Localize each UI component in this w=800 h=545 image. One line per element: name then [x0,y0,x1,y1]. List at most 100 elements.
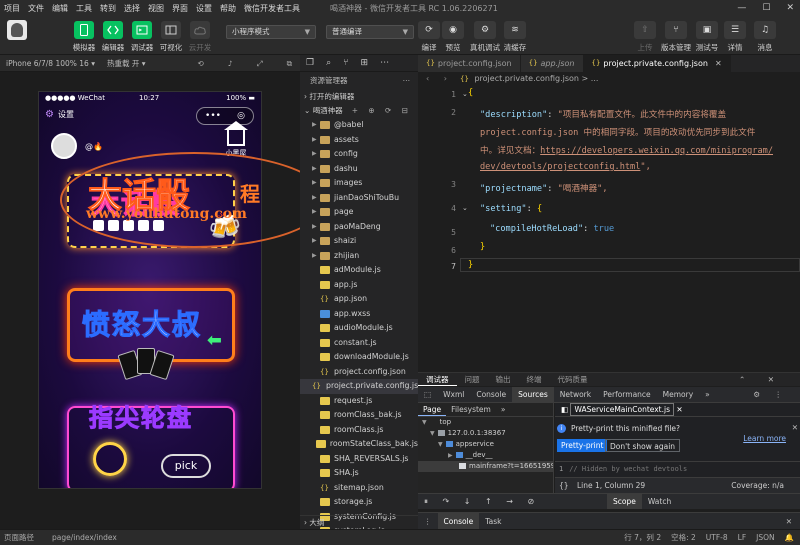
expand-icon[interactable]: ⤢ [257,55,263,72]
phone-screen[interactable]: ●●●●● WeChat 10:27 100% ▬ ⚙ 设置 ••• ◎ @🔥 … [38,91,262,489]
learn-more-link[interactable]: Learn more [743,434,786,443]
dont-show-again-button[interactable]: Don't show again [605,439,681,452]
volume-icon[interactable]: ♪ [228,55,233,72]
subtab-page[interactable]: Page [418,403,447,416]
bell-icon[interactable]: 🔔 [785,530,794,545]
settings-button[interactable]: ⚙ 设置 [45,109,74,120]
indent-spaces[interactable]: 空格: 2 [671,530,696,545]
sources-tree-row[interactable]: ▶ __dev__ [418,450,553,461]
menu-select[interactable]: 选择 [120,0,144,17]
tree-file[interactable]: SHA.js [300,466,418,481]
hot-reload-toggle[interactable]: 热重载 开 ▾ [107,58,146,69]
messages-button[interactable]: ♫ 消息 [748,21,782,53]
maximize-button[interactable]: ☐ [762,0,770,17]
subtab-filesystem[interactable]: Filesystem [446,403,496,416]
nav-arrows[interactable]: ‹ › [426,72,453,86]
outline-section[interactable]: › 大纲 [300,515,418,529]
pretty-print-button[interactable]: Pretty-print [557,439,608,452]
close-icon[interactable]: ✕ [786,517,792,526]
inspect-icon[interactable]: ⬚ [418,387,437,403]
device-select[interactable]: iPhone 6/7/8 100% 16 ▾ [6,59,95,68]
debug-controls[interactable]: ⏸ ↷ ↓ ↑ → ⊘ ⏺ [418,493,555,522]
menu-goto[interactable]: 转到 [96,0,120,17]
menu-settings[interactable]: 设置 [192,0,216,17]
tab-watch[interactable]: Watch [642,494,677,509]
close-icon[interactable]: ✕ [715,55,722,72]
tree-file[interactable]: adModule.js [300,263,418,278]
more-dots-icon[interactable]: ••• [205,111,221,121]
sources-tree-row[interactable]: ▼ top [418,417,553,428]
tree-file[interactable]: roomClass.js [300,423,418,438]
close-circle-icon[interactable]: ◎ [237,111,245,121]
close-window-button[interactable]: ✕ [786,0,794,17]
source-control-icon[interactable]: ⑂ [343,58,348,68]
menu-tools[interactable]: 工具 [72,0,96,17]
close-icon[interactable]: ✕ [676,405,682,414]
subtab-more[interactable]: » [496,403,511,416]
tab-problems[interactable]: 问题 [457,374,488,385]
curly-braces-icon[interactable]: {} [559,478,569,494]
open-editors-section[interactable]: › 打开的编辑器 [300,90,418,104]
files-icon[interactable]: ❐ [306,58,314,68]
fold-chevron-icon[interactable]: ⌄ [462,90,468,98]
page-path-label[interactable]: 页面路径 [4,530,34,545]
remote-debug-button[interactable]: ⚙ 真机调试 [468,21,502,53]
user-avatar[interactable] [7,20,27,40]
devtab-sources[interactable]: Sources [512,386,554,403]
panel-controls[interactable]: ⌃ ✕ [731,375,792,384]
editor-tab[interactable]: {} project.private.config.json ✕ [583,55,731,72]
docs-link[interactable]: https://developers.weixin.qq.com/minipro… [540,146,773,156]
extensions-icon[interactable]: ⊞ [361,58,369,68]
tree-folder[interactable]: ▶ zhijian [300,249,418,264]
tree-folder[interactable]: ▶ paoMaDeng [300,220,418,235]
tree-file[interactable]: audioModule.js [300,321,418,336]
upload-button[interactable]: ⇧ 上传 [628,21,662,53]
tree-file[interactable]: roomStateClass_bak.js [300,437,418,452]
tree-file[interactable]: {} project.config.json [300,365,418,380]
minimize-button[interactable]: — [737,0,746,17]
code-editor[interactable]: 1 2 3 4 5 6 7 ⌄ ⌄ { "description": "项目私有… [418,86,800,366]
docs-link-tail[interactable]: dev/devtools/projectconfig.html [480,162,640,172]
menu-devtools[interactable]: 微信开发者工具 [240,0,304,17]
editor-tab[interactable]: {} project.config.json [418,55,521,72]
details-button[interactable]: ☰ 详情 [718,21,752,53]
line-ending[interactable]: LF [738,530,747,545]
tree-file[interactable]: {} app.json [300,292,418,307]
cloud-button[interactable]: 云开发 [182,21,218,53]
search-icon[interactable]: ⌕ [326,58,331,68]
sources-tree-row[interactable]: ▼ 127.0.0.1:38367 [418,428,553,439]
devtab-more[interactable]: » [699,387,716,403]
file-encoding[interactable]: UTF-8 [706,530,728,545]
more-icon[interactable]: ⋯ [380,58,389,68]
editor-tab[interactable]: {} app.json [520,55,584,72]
more-vertical-icon[interactable]: ⋮ [418,517,438,526]
explorer-actions[interactable]: + ⊕ ⟳ ⊟ [352,104,412,118]
page-path[interactable]: page/index/index [52,530,117,545]
tree-file[interactable]: SHA_REVERSALS.js [300,452,418,467]
more-icon[interactable]: ⋯ [403,72,411,90]
menu-file[interactable]: 文件 [24,0,48,17]
popout-icon[interactable]: ⧉ [287,55,292,72]
drawer-tab-task[interactable]: Task [479,513,507,530]
devtab-network[interactable]: Network [554,387,597,403]
tab-scope[interactable]: Scope [607,494,642,509]
tree-folder[interactable]: ▶ assets [300,133,418,148]
tree-file[interactable]: app.js [300,278,418,293]
avatar[interactable] [51,133,77,159]
preview-button[interactable]: ◉ 预览 [436,21,470,53]
menu-interface[interactable]: 界面 [168,0,192,17]
project-section[interactable]: ⌄ 喝酒神器 + ⊕ ⟳ ⊟ [300,104,418,118]
sources-tree-row[interactable]: mainframe?t=16651959S0 [418,461,553,472]
drawer-tab-console[interactable]: Console [437,512,480,530]
tree-file[interactable]: downloadModule.js [300,350,418,365]
version-button[interactable]: ⑂ 版本管理 [659,21,693,53]
tree-folder[interactable]: ▶ @babel [300,118,418,133]
devtab-console[interactable]: Console [470,387,512,403]
tree-file[interactable]: roomClass_bak.js [300,408,418,423]
devtab-memory[interactable]: Memory [657,387,700,403]
tree-folder[interactable]: ▶ shaizi [300,234,418,249]
devtools-controls[interactable]: ⚙ ⋮ [747,387,794,403]
menu-help[interactable]: 帮助 [216,0,240,17]
mode-select[interactable]: 小程序模式 ▼ [226,25,316,39]
devtab-wxml[interactable]: Wxml [437,387,470,403]
